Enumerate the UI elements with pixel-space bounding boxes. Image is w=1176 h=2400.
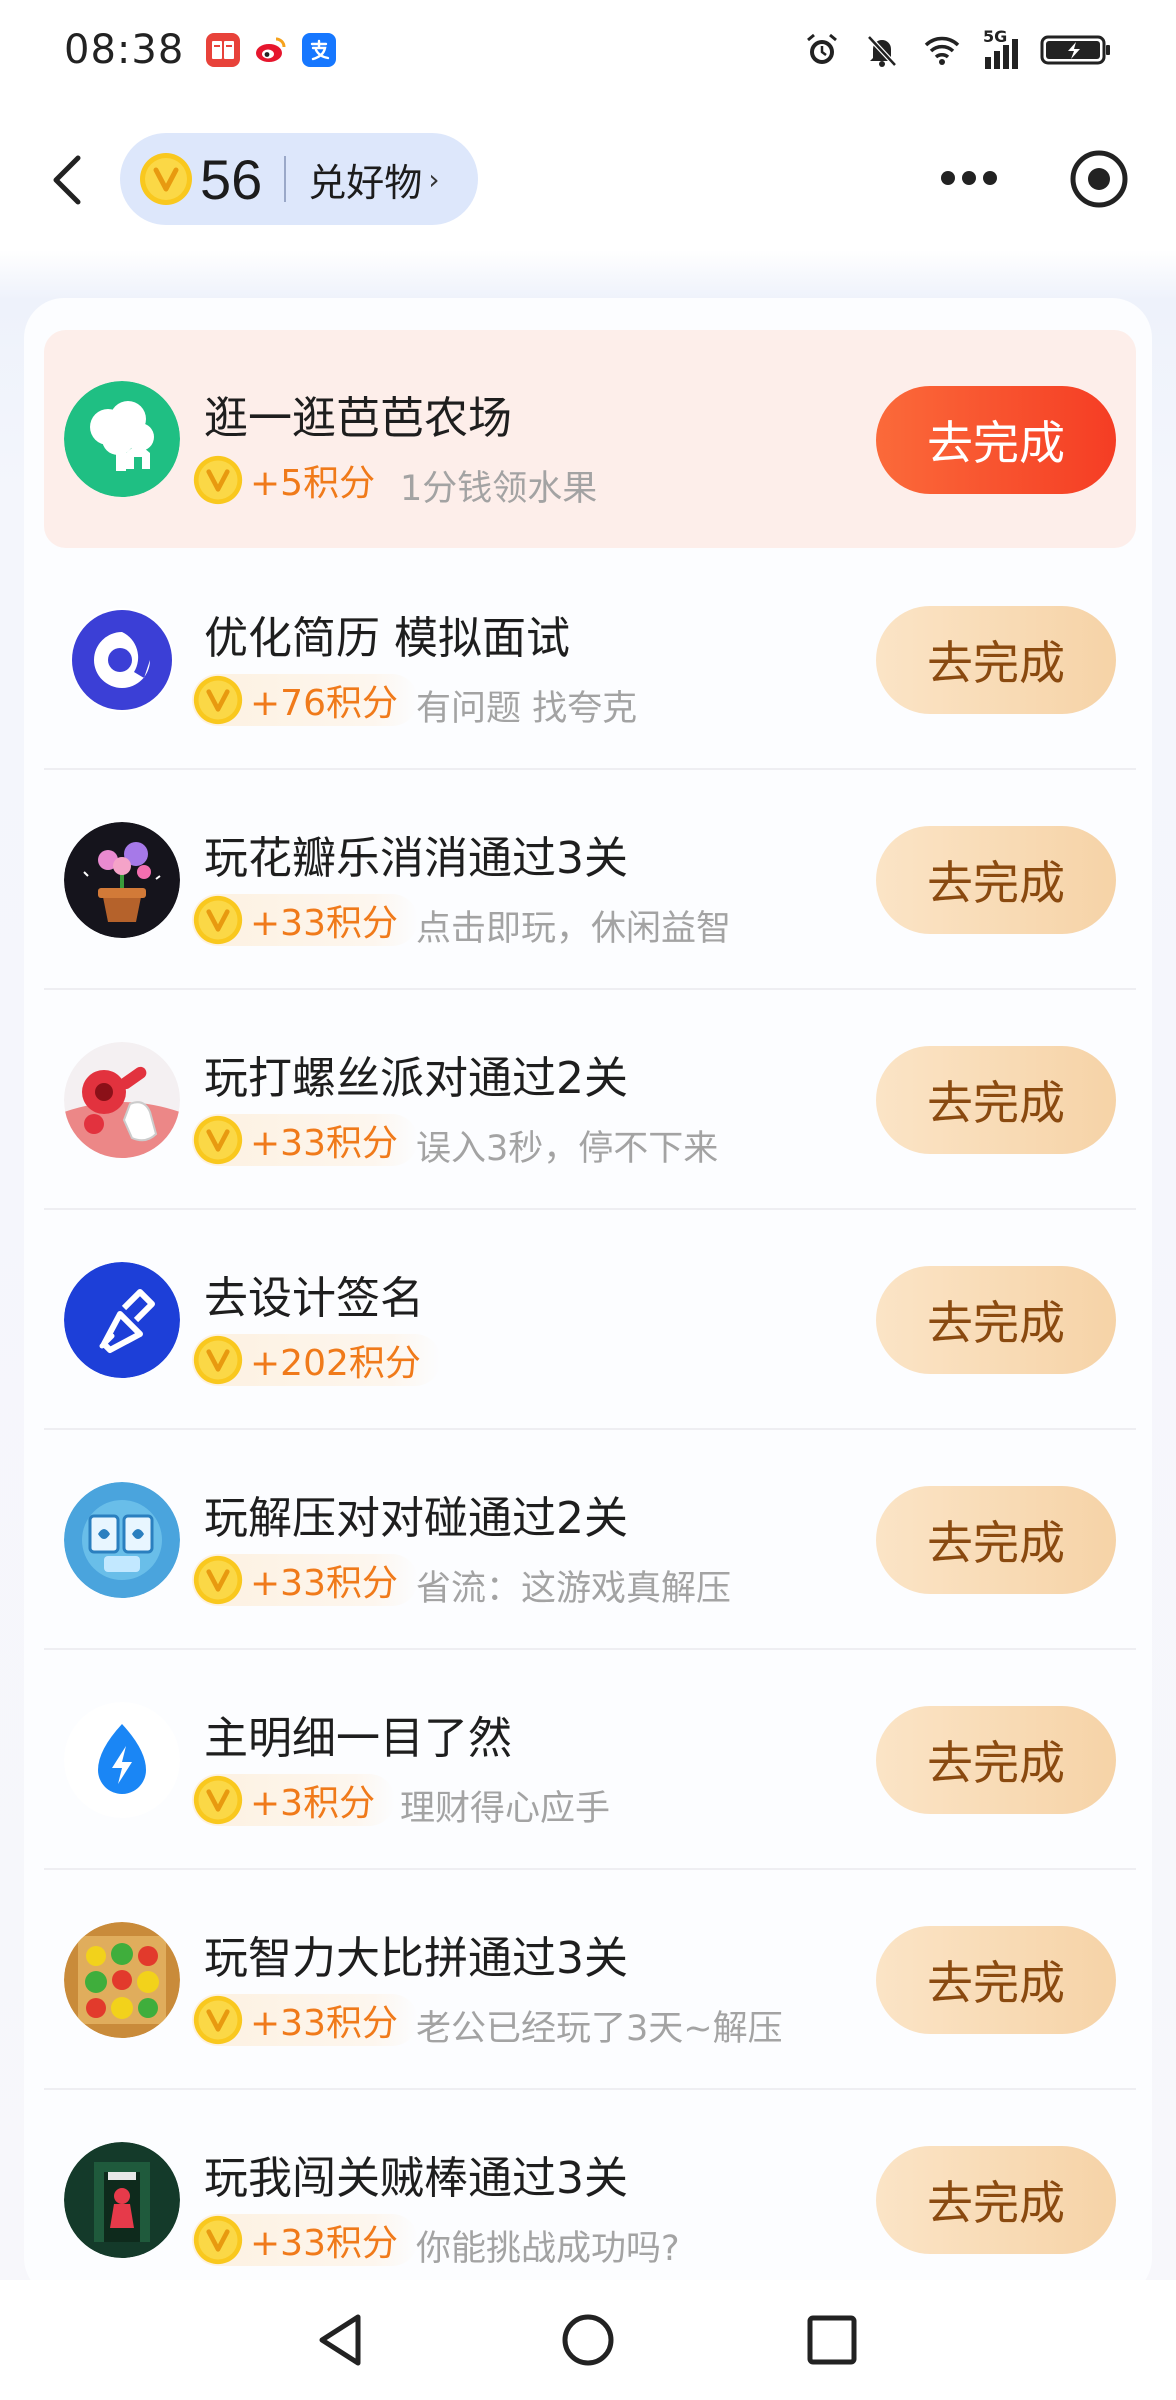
task-title: 逛一逛芭芭农场 — [204, 393, 512, 444]
reward-points: +5积分 — [250, 463, 376, 504]
brush-icon — [64, 1262, 180, 1378]
close-miniapp-button[interactable] — [1068, 148, 1130, 210]
task-item: 去设计签名 +202积分 去完成 — [44, 1210, 1136, 1430]
coin-icon — [193, 1775, 243, 1825]
status-bar: 08:38 5G — [0, 0, 1176, 100]
fruit-puzzle-game-icon — [64, 1922, 180, 2038]
coin-icon — [193, 1995, 243, 2045]
coin-icon — [140, 153, 192, 205]
alarm-icon — [807, 33, 837, 64]
task-title: 优化简历 模拟面试 — [204, 613, 570, 664]
battery-icon — [1040, 35, 1110, 65]
complete-task-button[interactable]: 去完成 — [876, 1486, 1116, 1594]
reward-points: +33积分 — [250, 1123, 398, 1164]
task-item: 优化简历 模拟面试 +76积分 有问题 找夸克 去完成 — [44, 550, 1136, 770]
complete-task-button[interactable]: 去完成 — [876, 2146, 1116, 2254]
header: 56 兑好物 › — [0, 130, 1176, 230]
task-item: 玩智力大比拼通过3关 +33积分 老公已经玩了3天~解压 去完成 — [44, 1870, 1136, 2090]
pill-divider — [284, 156, 287, 202]
task-item: 玩我闯关贼棒通过3关 +33积分 你能挑战成功吗? 去完成 — [44, 2090, 1136, 2310]
complete-task-button[interactable]: 去完成 — [876, 1266, 1116, 1374]
nav-home-circle-icon[interactable] — [553, 2305, 623, 2375]
coin-icon — [193, 2215, 243, 2265]
task-description: 点击即玩，休闲益智 — [416, 909, 732, 949]
complete-task-button[interactable]: 去完成 — [876, 1046, 1116, 1154]
task-reward: +33积分 — [192, 1994, 418, 2046]
task-item: 玩解压对对碰通过2关 +33积分 省流：这游戏真解压 去完成 — [44, 1430, 1136, 1650]
task-reward: +3积分 — [192, 1774, 396, 1826]
complete-task-button[interactable]: 去完成 — [876, 826, 1116, 934]
task-reward: +33积分 — [192, 2214, 418, 2266]
reward-points: +76积分 — [250, 683, 398, 724]
task-item: 玩打螺丝派对通过2关 +33积分 误入3秒，停不下来 去完成 — [44, 990, 1136, 1210]
screw-game-icon — [64, 1042, 180, 1158]
reward-points: +33积分 — [250, 2003, 398, 2044]
task-reward: +33积分 — [192, 894, 418, 946]
reward-points: +202积分 — [250, 1343, 421, 1384]
task-item: 逛一逛芭芭农场 +5积分 1分钱领水果 去完成 — [44, 330, 1136, 548]
task-description: 误入3秒，停不下来 — [416, 1129, 719, 1169]
points-balance: 56 — [200, 147, 263, 211]
farm-tree-icon — [64, 381, 180, 497]
task-title: 玩智力大比拼通过3关 — [204, 1933, 628, 1984]
cellular-signal-icon: 5G — [983, 27, 1018, 69]
status-time: 08:38 — [64, 27, 185, 73]
coin-icon — [193, 675, 243, 725]
alipay-app-icon — [302, 33, 337, 67]
coin-icon — [193, 1555, 243, 1605]
reward-points: +33积分 — [250, 1563, 398, 1604]
task-item: 玩花瓣乐消消通过3关 +33积分 点击即玩，休闲益智 去完成 — [44, 770, 1136, 990]
task-description: 有问题 找夸克 — [416, 689, 638, 729]
system-navigation-bar — [0, 2280, 1176, 2400]
nav-back-triangle-icon[interactable] — [306, 2305, 376, 2375]
coin-icon — [193, 1115, 243, 1165]
task-description: 1分钱领水果 — [400, 469, 598, 509]
complete-task-button[interactable]: 去完成 — [876, 386, 1116, 494]
task-title: 玩我闯关贼棒通过3关 — [204, 2153, 628, 2204]
task-title: 玩打螺丝派对通过2关 — [204, 1053, 628, 1104]
reward-points: +33积分 — [250, 2223, 398, 2264]
task-title: 玩花瓣乐消消通过3关 — [204, 833, 628, 884]
coin-icon — [193, 455, 243, 505]
task-list: 逛一逛芭芭农场 +5积分 1分钱领水果 去完成 优化简历 模拟面试 +76积分 … — [44, 330, 1136, 2310]
redeem-label: 兑好物 — [308, 160, 423, 205]
escape-game-icon — [64, 2142, 180, 2258]
weibo-app-icon — [254, 33, 289, 67]
status-app-icons — [206, 33, 337, 67]
complete-task-button[interactable]: 去完成 — [876, 1926, 1116, 2034]
task-title: 去设计签名 — [204, 1273, 424, 1324]
coin-icon — [193, 1335, 243, 1385]
task-reward: +33积分 — [192, 1554, 418, 1606]
complete-task-button[interactable]: 去完成 — [876, 1706, 1116, 1814]
task-title: 主明细一目了然 — [204, 1713, 512, 1764]
tile-match-game-icon — [64, 1482, 180, 1598]
more-menu-button[interactable] — [938, 158, 1000, 198]
task-item: 主明细一目了然 +3积分 理财得心应手 去完成 — [44, 1650, 1136, 1870]
complete-task-button[interactable]: 去完成 — [876, 606, 1116, 714]
chevron-right-icon: › — [428, 162, 440, 196]
reward-points: +33积分 — [250, 903, 398, 944]
task-reward: +202积分 — [192, 1334, 441, 1386]
book-app-icon — [206, 33, 241, 67]
nav-recents-square-icon[interactable] — [797, 2305, 867, 2375]
points-redeem-pill[interactable]: 56 兑好物 › — [120, 133, 478, 225]
task-description: 老公已经玩了3天~解压 — [416, 2009, 783, 2049]
task-reward: +76积分 — [192, 674, 418, 726]
task-title: 玩解压对对碰通过2关 — [204, 1493, 628, 1544]
wifi-icon — [924, 36, 960, 65]
flower-pot-game-icon — [64, 822, 180, 938]
quark-logo-icon — [64, 602, 180, 718]
reward-points: +3积分 — [250, 1783, 376, 1824]
mute-bell-icon — [867, 35, 897, 67]
lightning-drop-icon — [64, 1702, 180, 1818]
task-description: 省流：这游戏真解压 — [416, 1569, 732, 1609]
back-button[interactable] — [40, 150, 100, 210]
coin-icon — [193, 895, 243, 945]
network-type: 5G — [983, 27, 1008, 46]
task-reward: +33积分 — [192, 1114, 418, 1166]
task-reward: +5积分 — [192, 454, 395, 506]
status-indicators: 5G — [803, 27, 1112, 69]
task-description: 你能挑战成功吗? — [416, 2229, 680, 2269]
task-description: 理财得心应手 — [400, 1789, 611, 1829]
